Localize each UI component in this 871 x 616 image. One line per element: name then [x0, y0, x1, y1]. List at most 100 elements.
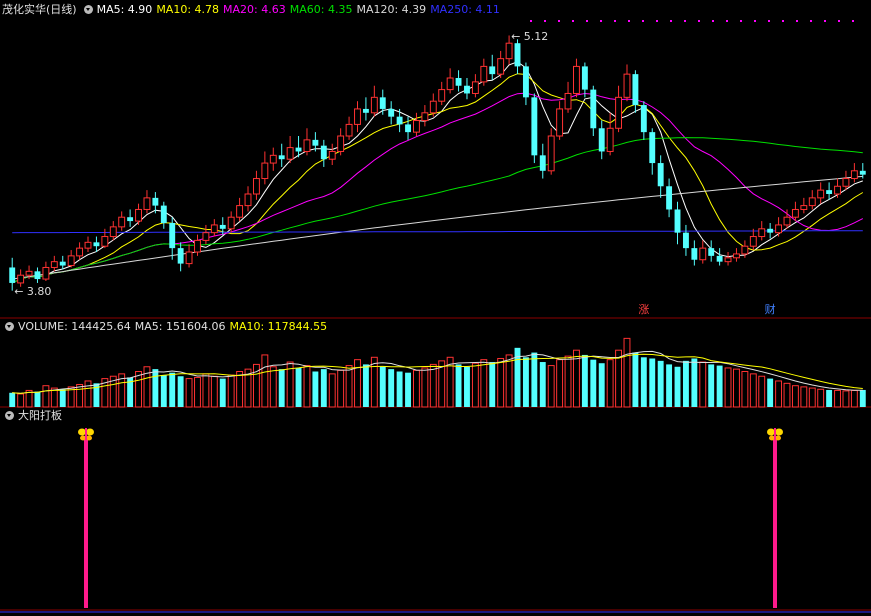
chart-canvas	[0, 20, 871, 613]
candle-body	[547, 135, 555, 172]
candle-body	[412, 120, 420, 133]
volume-bar	[76, 384, 84, 408]
candle-body	[489, 66, 496, 75]
candle-body	[834, 185, 841, 195]
volume-bar	[640, 357, 647, 407]
candle-body	[9, 267, 16, 283]
dropdown-icon[interactable]	[5, 322, 14, 331]
price-indicators: MA5: 4.90 MA10: 4.78 MA20: 4.63 MA60: 4.35 M…	[97, 3, 504, 16]
candle-body	[800, 205, 808, 210]
volume-bar	[388, 369, 395, 407]
volume-bar	[464, 366, 470, 407]
volume-bar	[657, 360, 664, 407]
indicator-ma10: MA10: 4.78	[156, 3, 220, 16]
volume-bar	[522, 357, 529, 407]
signal-dot	[810, 20, 812, 22]
candle-body	[328, 150, 336, 160]
candle-body	[767, 228, 774, 233]
candle-body	[749, 236, 757, 247]
chart-title: 茂化实华(日线)	[2, 3, 77, 16]
candle-body	[236, 205, 244, 218]
volume-bar	[767, 378, 774, 407]
volume-bar	[649, 358, 656, 407]
candle-body	[135, 208, 142, 222]
volume-bar	[590, 359, 597, 407]
candle-body	[278, 155, 285, 160]
volume-bar	[42, 385, 50, 408]
volume-bar	[362, 364, 369, 407]
volume-bar	[261, 354, 269, 408]
volume-bar	[850, 389, 858, 408]
volume-bar	[842, 390, 850, 408]
volume-indicators: VOLUME: 144425.64 MA5: 151604.06 MA10: 117…	[18, 320, 331, 333]
volume-bar	[564, 355, 572, 408]
volume-bar	[429, 363, 437, 408]
candle-body	[590, 89, 597, 129]
volume-bar	[295, 367, 302, 407]
ma120-line	[12, 175, 863, 280]
dropdown-icon[interactable]	[5, 411, 14, 420]
candle-body	[480, 65, 488, 83]
volume-bar	[497, 357, 505, 408]
candle-body	[396, 116, 403, 125]
price-header: 茂化实华(日线) MA5: 4.90 MA10: 4.78 MA20: 4.63 MA6…	[2, 2, 508, 18]
candle-body	[556, 108, 564, 137]
signal-bar	[84, 440, 88, 608]
volume-bar	[412, 369, 420, 408]
dropdown-icon[interactable]	[83, 5, 93, 14]
candle-body	[581, 66, 588, 90]
signal-dot	[530, 20, 532, 22]
volume-bar	[312, 371, 319, 407]
signal-dot	[782, 20, 784, 22]
volume-bar	[169, 372, 176, 407]
candle-body	[733, 253, 740, 259]
candle-body	[295, 147, 302, 152]
candle-body	[337, 135, 345, 152]
event-marker[interactable]: 财	[763, 303, 777, 317]
signal-title: 大阳打板	[18, 409, 62, 422]
candle-body	[194, 239, 201, 253]
candle-body	[354, 108, 361, 125]
candle-body	[514, 43, 521, 67]
indicator-ma5: MA5: 4.90	[96, 3, 153, 16]
ma10-line	[11, 73, 864, 284]
candle-body	[269, 154, 277, 164]
candle-body	[67, 255, 75, 267]
high-price-label: ← 5.12	[511, 30, 549, 44]
candle-body	[775, 224, 783, 234]
candle-body	[202, 232, 210, 241]
candle-body	[674, 209, 681, 233]
volume-indicator-volume: VOLUME: 144425.64	[18, 320, 131, 333]
candle-body	[421, 112, 429, 122]
signal-dot	[558, 20, 560, 22]
signal-dot	[852, 20, 854, 22]
ma250-line	[12, 230, 863, 234]
candle-body	[716, 255, 723, 262]
volume-bar	[17, 393, 25, 408]
signal-dot	[586, 20, 588, 22]
volume-bar	[615, 349, 623, 408]
candle-body	[817, 189, 825, 199]
volume-bar	[354, 359, 361, 408]
volume-bar	[480, 359, 488, 408]
signal-dot	[754, 20, 756, 22]
signal-dot	[642, 20, 644, 22]
event-marker[interactable]: 涨	[637, 303, 651, 317]
signal-header: 大阳打板	[2, 408, 66, 424]
candle-body	[244, 193, 252, 207]
volume-bar	[598, 363, 605, 407]
candle-body	[93, 242, 100, 247]
candle-body	[808, 197, 816, 207]
volume-bar	[826, 389, 833, 407]
volume-bar	[691, 358, 698, 407]
volume-header: VOLUME: 144425.64 MA5: 151604.06 MA10: 117…	[2, 319, 335, 335]
candle-body	[564, 92, 572, 110]
candle-body	[783, 216, 791, 226]
signal-dot	[670, 20, 672, 22]
candle-body	[370, 96, 378, 114]
candle-body	[286, 147, 294, 160]
candle-body	[345, 123, 353, 137]
signal-dot	[572, 20, 574, 22]
volume-bar	[547, 365, 555, 408]
volume-bar	[194, 376, 201, 408]
